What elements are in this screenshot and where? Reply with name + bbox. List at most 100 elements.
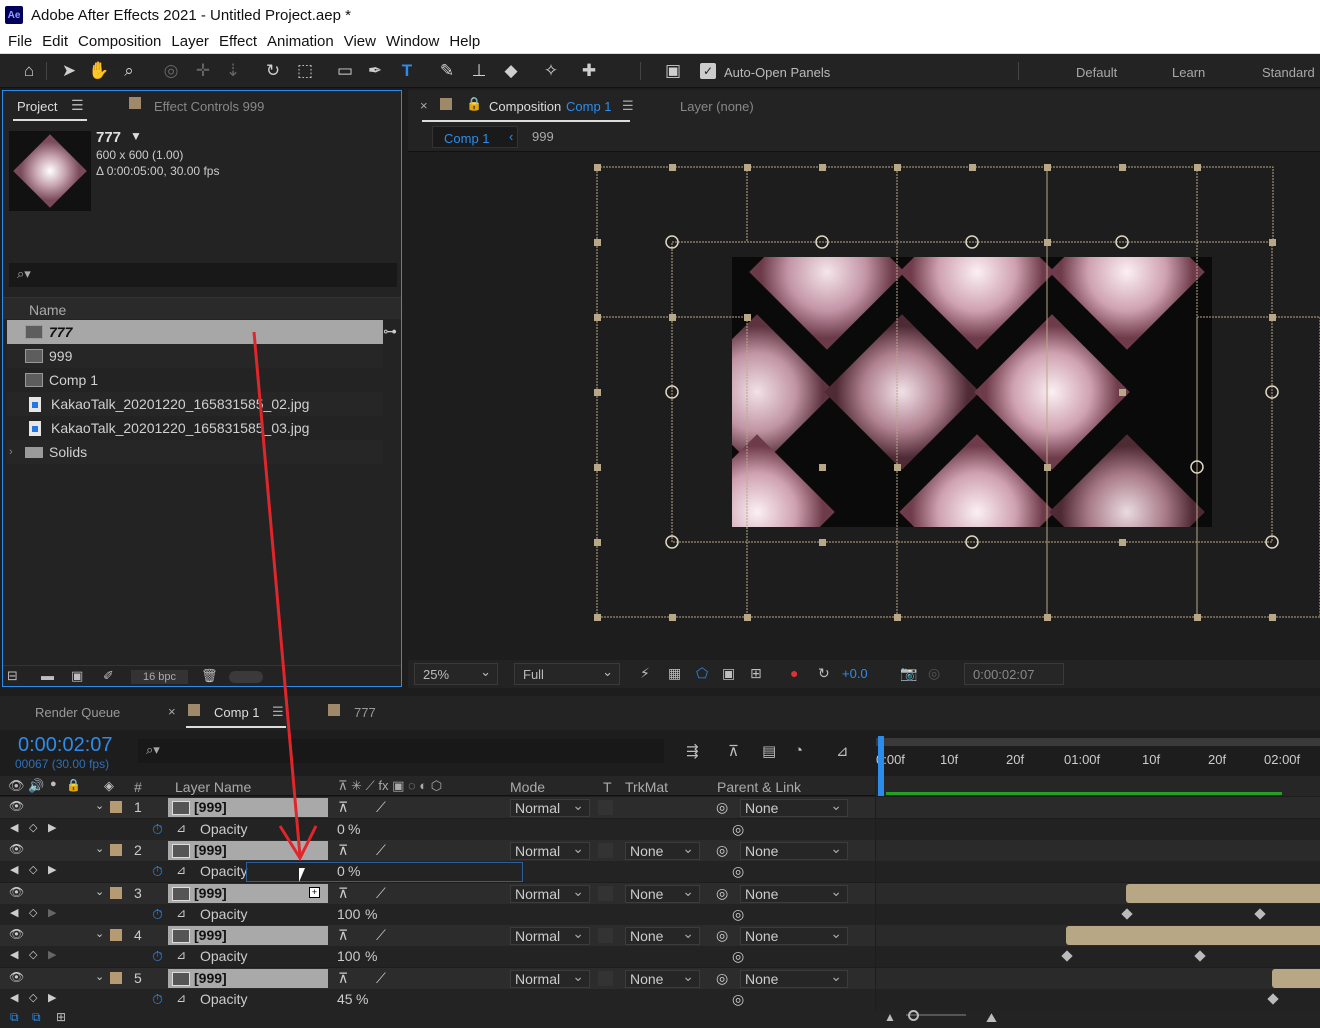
render-queue-tab[interactable]: Render Queue: [35, 705, 120, 720]
layer-name-header[interactable]: Layer Name: [175, 779, 251, 795]
property-track[interactable]: [876, 989, 1320, 1010]
reset-exposure-icon[interactable]: ↻: [818, 665, 830, 682]
parent-dropdown[interactable]: None: [740, 883, 848, 903]
prev-keyframe-icon[interactable]: ◀: [10, 863, 18, 876]
chevron-down-icon[interactable]: ▼: [130, 129, 142, 143]
work-area-bar[interactable]: [876, 738, 1320, 746]
layer-label-swatch[interactable]: [110, 844, 122, 856]
fast-previews-icon[interactable]: ⚡: [640, 665, 650, 682]
show-snapshot-icon[interactable]: ◎: [928, 665, 940, 682]
layer-track[interactable]: [876, 840, 1320, 861]
interpret-footage-icon[interactable]: ⊟: [7, 668, 18, 684]
motion-blur-icon[interactable]: ◔: [794, 742, 803, 759]
trash-icon[interactable]: 🗑: [201, 668, 218, 684]
layer-track[interactable]: [876, 883, 1320, 904]
graph-icon[interactable]: ⊿: [176, 863, 186, 877]
keyframe[interactable]: [1267, 993, 1279, 1005]
panel-menu-icon[interactable]: ☰: [272, 704, 284, 720]
panel-menu-icon[interactable]: ☰: [622, 98, 634, 114]
color-channels-icon[interactable]: ●: [790, 665, 798, 681]
keyframe[interactable]: [1254, 908, 1266, 920]
new-folder-icon[interactable]: ▬: [41, 668, 54, 683]
trkmat-dropdown[interactable]: None: [625, 968, 700, 988]
trkmat-dropdown[interactable]: None: [625, 840, 700, 860]
project-item-image-03[interactable]: KakaoTalk_20201220_165831585_03.jpg: [7, 416, 383, 440]
graph-icon[interactable]: ⊿: [176, 821, 186, 835]
pen-tool-icon[interactable]: ✒: [364, 60, 386, 82]
menu-view[interactable]: View: [344, 33, 376, 50]
property-track[interactable]: [876, 861, 1320, 882]
layer-name[interactable]: [999]: [168, 884, 328, 903]
in-out-icon[interactable]: ⊞: [56, 1010, 66, 1024]
eye-icon[interactable]: 👁: [9, 885, 24, 899]
chevron-right-icon[interactable]: ›: [9, 446, 13, 458]
trkmat-dropdown[interactable]: None: [625, 883, 700, 903]
eraser-tool-icon[interactable]: ◆: [500, 60, 522, 82]
time-ruler[interactable]: 0:00f 10f 20f 01:00f 10f 20f 02:00f: [876, 736, 1320, 776]
expression-pickwhip-icon[interactable]: ◎: [732, 906, 744, 923]
layer-label-swatch[interactable]: [110, 972, 122, 984]
preserve-transparency-checkbox[interactable]: [598, 971, 613, 986]
expand-chevron-icon[interactable]: ⌄: [95, 927, 104, 940]
layer-name[interactable]: [999]: [168, 841, 328, 860]
workspace-learn[interactable]: Learn: [1172, 65, 1205, 80]
clone-stamp-icon[interactable]: ⊥: [468, 60, 490, 82]
quality-switch-icon[interactable]: ⟋: [376, 927, 386, 944]
panel-toggle-icon[interactable]: ▣: [662, 60, 684, 82]
timeline-layer-row[interactable]: 👁 ⌄ 5 [999] ⊼ ⟋ Normal None ◎ None: [0, 968, 875, 989]
graph-editor-icon[interactable]: ⊿: [836, 742, 849, 760]
layer-track[interactable]: [876, 797, 1320, 818]
eye-icon[interactable]: 👁: [9, 927, 24, 941]
expression-pickwhip-icon[interactable]: ◎: [732, 821, 744, 838]
mask-visibility-icon[interactable]: ⬠: [696, 665, 708, 682]
layer-track[interactable]: [876, 925, 1320, 946]
roto-brush-icon[interactable]: ✧: [540, 60, 562, 82]
project-item-image-02[interactable]: KakaoTalk_20201220_165831585_02.jpg: [7, 392, 383, 416]
menu-effect[interactable]: Effect: [219, 33, 257, 50]
workspace-default[interactable]: Default: [1076, 65, 1117, 80]
layer-name[interactable]: [999]: [168, 926, 328, 945]
property-track[interactable]: [876, 946, 1320, 967]
puppet-pin-icon[interactable]: ✚: [578, 60, 600, 82]
effect-controls-tab[interactable]: Effect Controls 999: [154, 99, 264, 114]
collapse-switch-icon[interactable]: ⊼: [338, 885, 348, 902]
layer-duration-bar[interactable]: [1126, 884, 1320, 903]
type-tool-icon[interactable]: T: [396, 60, 418, 82]
graph-icon[interactable]: ⊿: [176, 948, 186, 962]
composition-tab-name[interactable]: Comp 1: [566, 99, 612, 114]
layer-label-swatch[interactable]: [110, 887, 122, 899]
next-keyframe-icon[interactable]: ▶: [48, 906, 56, 919]
expression-pickwhip-icon[interactable]: ◎: [732, 863, 744, 880]
mode-dropdown[interactable]: Normal: [510, 925, 590, 945]
flowchart-icon[interactable]: ⊶: [383, 323, 397, 340]
parent-dropdown[interactable]: None: [740, 840, 848, 860]
workspace-standard[interactable]: Standard: [1262, 65, 1315, 80]
rotation-tool-icon[interactable]: ↻: [262, 60, 284, 82]
dolly-camera-icon[interactable]: ⇣: [222, 60, 244, 82]
project-item-solids[interactable]: › Solids: [7, 440, 383, 464]
expand-chevron-icon[interactable]: ⌄: [95, 885, 104, 898]
transfer-controls-icon[interactable]: ⧉: [32, 1010, 41, 1025]
lock-icon[interactable]: 🔒: [466, 96, 482, 112]
mode-dropdown[interactable]: Normal: [510, 968, 590, 988]
home-icon[interactable]: ⌂: [18, 60, 40, 82]
parent-dropdown[interactable]: None: [740, 797, 848, 817]
opacity-value[interactable]: 100: [337, 948, 360, 964]
pan-camera-icon[interactable]: ✛: [192, 60, 214, 82]
frame-blending-icon[interactable]: ▤: [762, 742, 776, 760]
keyframe[interactable]: [1121, 908, 1133, 920]
selection-tool-icon[interactable]: ➤: [58, 60, 80, 82]
auto-open-checkbox[interactable]: ✓: [700, 63, 716, 79]
stopwatch-icon[interactable]: ⏱: [152, 821, 163, 838]
layer-duration-bar[interactable]: [1066, 926, 1320, 945]
eye-icon[interactable]: 👁: [9, 970, 24, 984]
timeline-current-time[interactable]: 0:00:02:07: [18, 734, 113, 757]
menu-file[interactable]: File: [8, 33, 32, 50]
layer-duration-bar[interactable]: [1272, 969, 1320, 988]
layer-label-swatch[interactable]: [110, 929, 122, 941]
project-tab[interactable]: Project: [17, 99, 57, 114]
layer-track[interactable]: [876, 968, 1320, 989]
next-keyframe-icon[interactable]: ▶: [48, 821, 56, 834]
timeline-search-input[interactable]: ⌕▾: [138, 739, 664, 763]
eye-icon[interactable]: 👁: [9, 842, 24, 856]
